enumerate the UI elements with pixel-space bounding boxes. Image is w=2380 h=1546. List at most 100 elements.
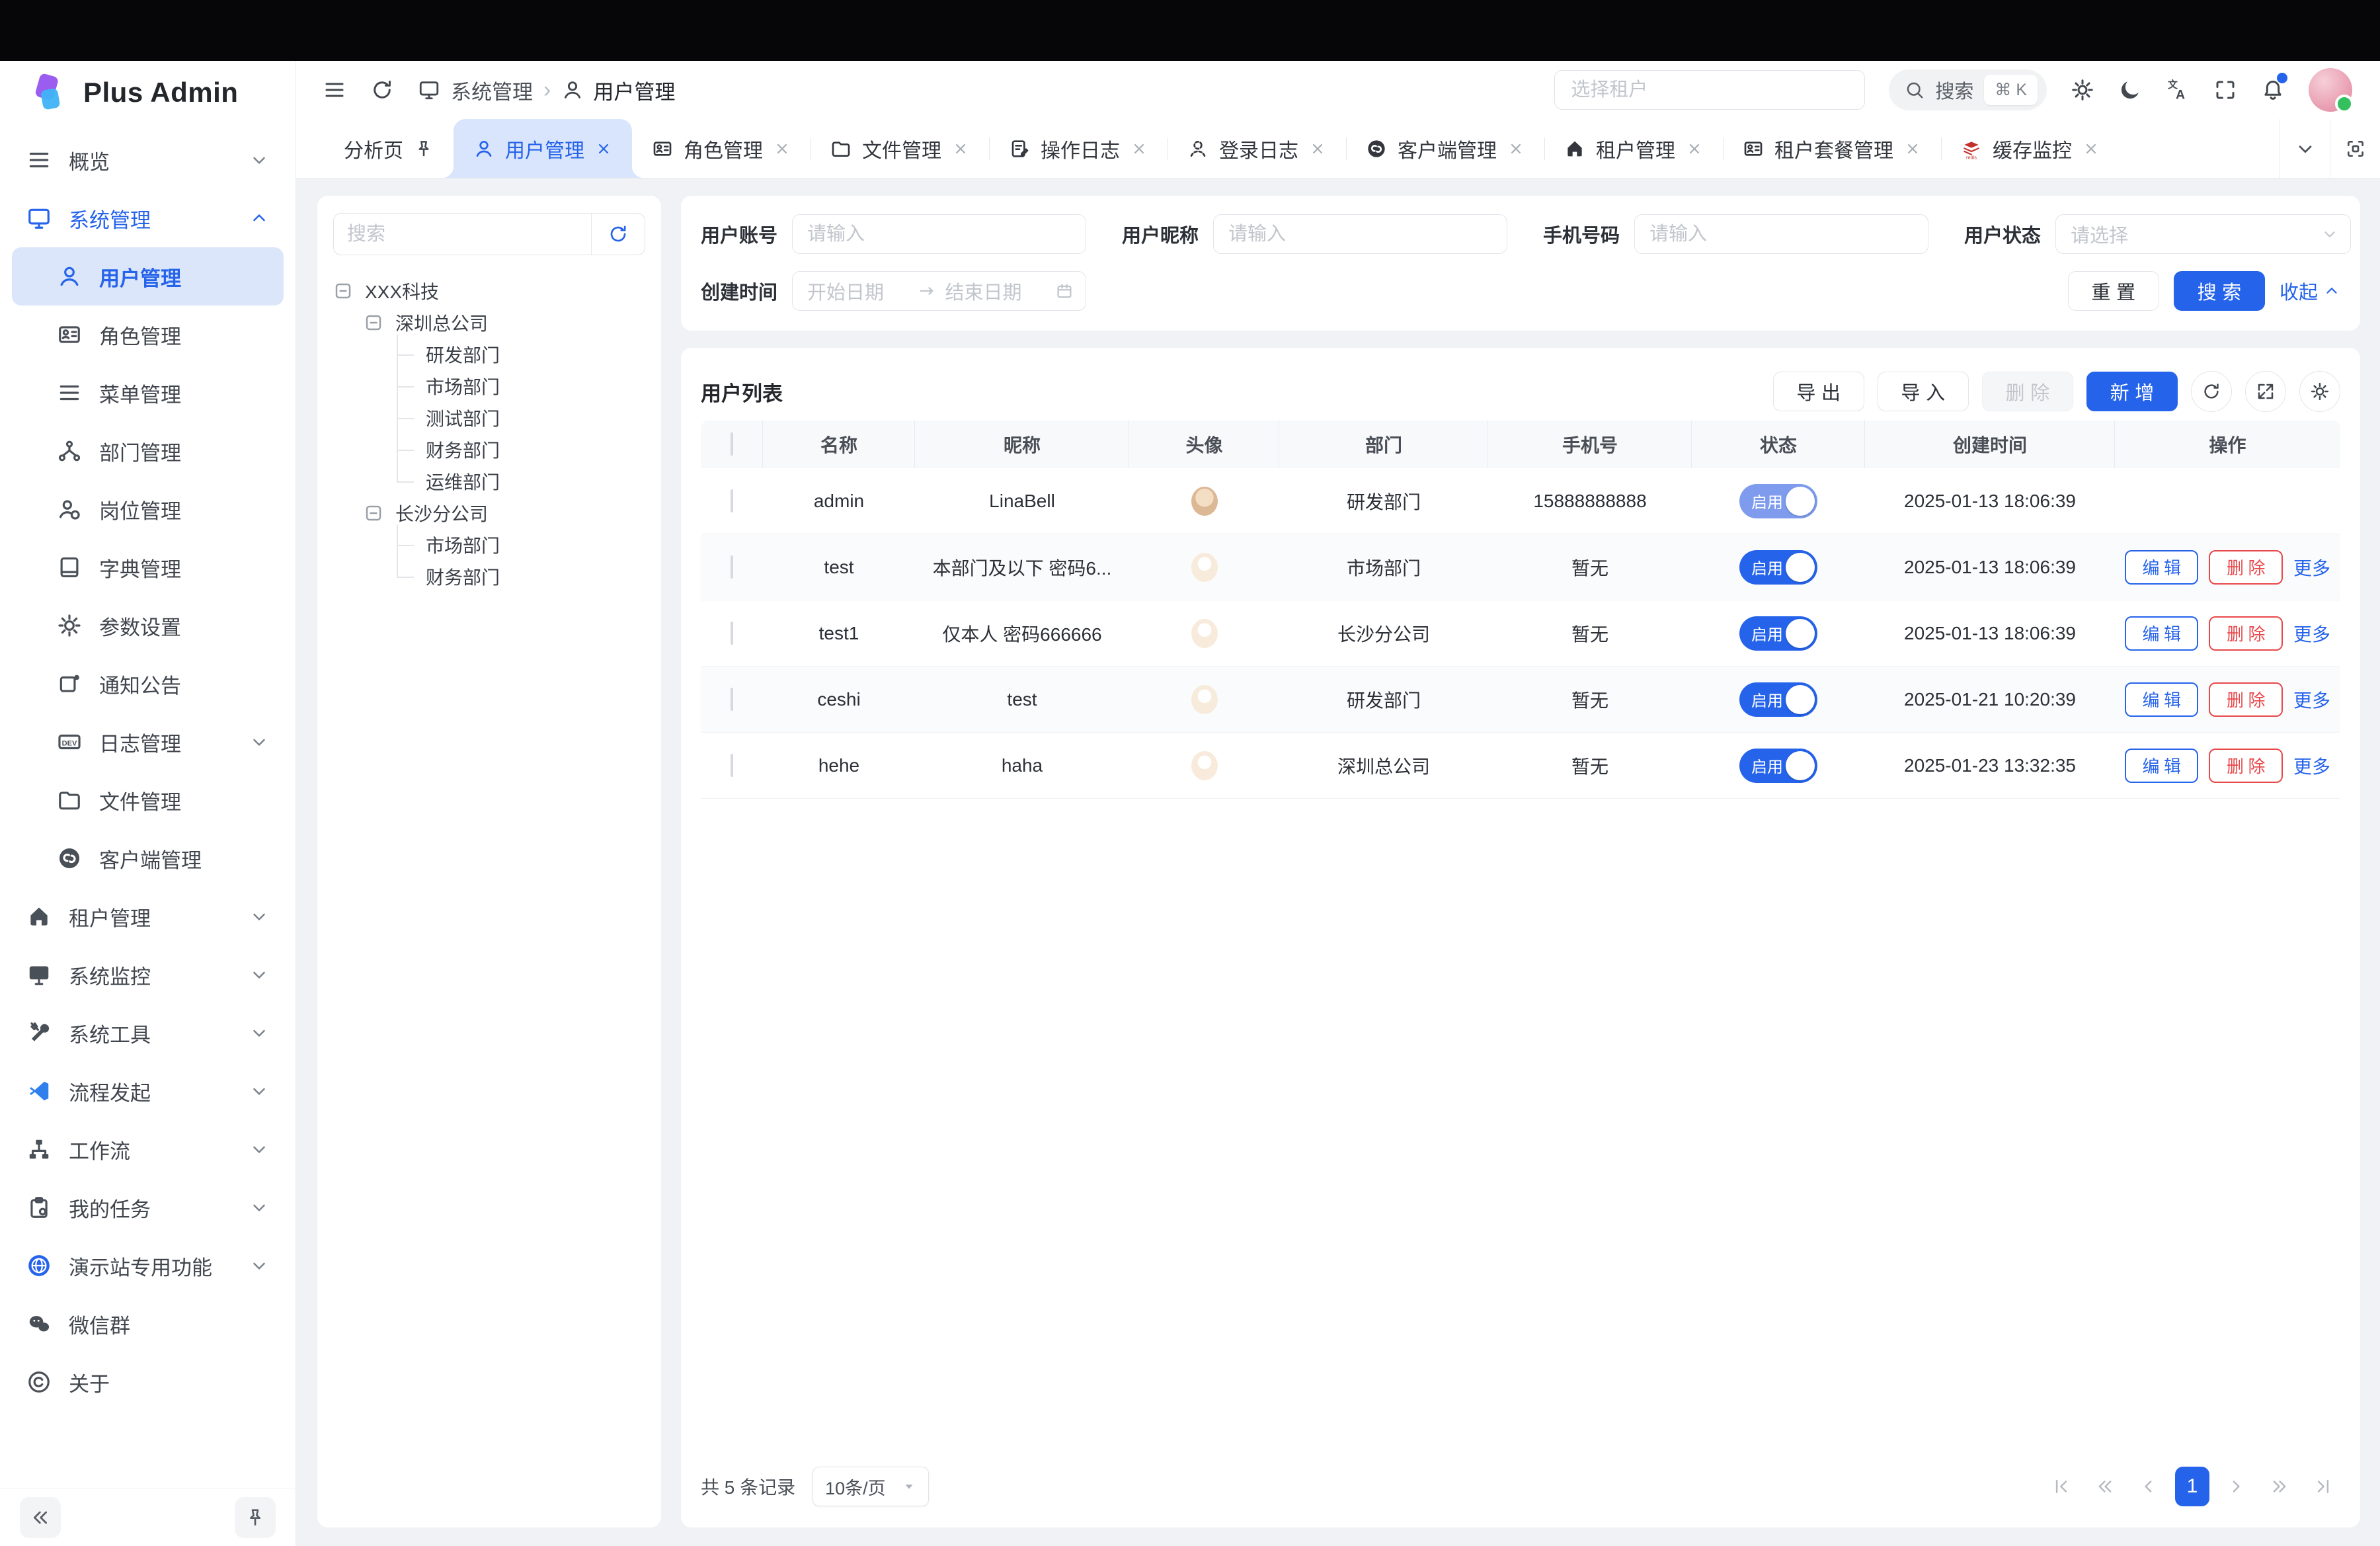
next-page-button[interactable]	[2219, 1467, 2253, 1506]
tab-tenant-mgmt[interactable]: 租户管理	[1544, 119, 1723, 178]
prev-5-pages-button[interactable]	[2088, 1467, 2122, 1506]
sidebar-item-dict-mgmt[interactable]: 字典管理	[12, 538, 284, 596]
search-button[interactable]: 搜索	[2174, 271, 2265, 311]
sidebar-item-system-tools[interactable]: 系统工具	[12, 1004, 284, 1062]
tree-node-test-dept[interactable]: 测试部门	[426, 402, 645, 434]
tab-user-mgmt[interactable]: 用户管理	[454, 119, 632, 178]
row-checkbox[interactable]	[731, 555, 733, 579]
tab-tenant-package-mgmt[interactable]: 租户套餐管理	[1723, 119, 1941, 178]
sidebar-item-tenant-mgmt[interactable]: 租户管理	[12, 887, 284, 946]
hamburger-icon[interactable]	[323, 78, 346, 102]
sidebar-item-my-tasks[interactable]: 我的任务	[12, 1178, 284, 1237]
sidebar-item-client-mgmt[interactable]: 客户端管理	[12, 829, 284, 887]
sidebar-item-about[interactable]: 关于	[12, 1353, 284, 1411]
sidebar-item-param-settings[interactable]: 参数设置	[12, 596, 284, 655]
translate-icon[interactable]	[2166, 78, 2190, 102]
more-button[interactable]: 更多	[2293, 554, 2330, 581]
sidebar-item-user-mgmt[interactable]: 用户管理	[12, 247, 284, 305]
tree-node-rd-dept[interactable]: 研发部门	[426, 339, 645, 370]
add-button[interactable]: 新增	[2086, 372, 2178, 411]
import-button[interactable]: 导入	[1878, 372, 1969, 411]
more-button[interactable]: 更多	[2293, 686, 2330, 713]
tab-analysis[interactable]: 分析页	[324, 119, 454, 178]
tree-node-root[interactable]: XXX科技	[333, 275, 645, 307]
sidebar-item-log-mgmt[interactable]: 日志管理	[12, 713, 284, 771]
reset-button[interactable]: 重置	[2068, 271, 2159, 311]
page-size-select[interactable]: 10条/页	[813, 1467, 929, 1506]
sidebar-item-dept-mgmt[interactable]: 部门管理	[12, 422, 284, 480]
last-page-button[interactable]	[2306, 1467, 2340, 1506]
pin-icon[interactable]	[414, 139, 434, 159]
close-icon[interactable]	[1507, 140, 1525, 157]
sidebar-pin-button[interactable]	[235, 1497, 276, 1538]
close-icon[interactable]	[1686, 140, 1703, 157]
sidebar-item-menu-mgmt[interactable]: 菜单管理	[12, 364, 284, 422]
close-icon[interactable]	[2082, 140, 2100, 157]
sidebar-item-system-monitor[interactable]: 系统监控	[12, 946, 284, 1004]
status-toggle[interactable]: 启用	[1739, 682, 1817, 717]
tab-operation-log[interactable]: 操作日志	[989, 119, 1168, 178]
close-icon[interactable]	[774, 140, 791, 157]
sidebar-item-file-mgmt[interactable]: 文件管理	[12, 771, 284, 829]
delete-row-button[interactable]: 删除	[2209, 550, 2283, 585]
select-all-checkbox[interactable]	[731, 432, 733, 456]
tree-search-input[interactable]	[334, 224, 591, 245]
user-state-select[interactable]: 请选择	[2055, 214, 2351, 254]
close-icon[interactable]	[1130, 140, 1148, 157]
content-fullscreen-button[interactable]	[2330, 119, 2380, 178]
prev-page-button[interactable]	[2131, 1467, 2166, 1506]
delete-button[interactable]: 删除	[1982, 372, 2073, 411]
settings-gear-icon[interactable]	[2071, 78, 2094, 102]
user-avatar[interactable]	[2309, 68, 2352, 112]
status-toggle[interactable]: 启用	[1739, 749, 1817, 783]
tab-login-log[interactable]: 登录日志	[1168, 119, 1346, 178]
row-checkbox[interactable]	[731, 489, 733, 512]
more-button[interactable]: 更多	[2293, 620, 2330, 647]
sidebar-item-notice[interactable]: 通知公告	[12, 655, 284, 713]
close-icon[interactable]	[595, 140, 612, 157]
sidebar-item-wechat-group[interactable]: 微信群	[12, 1295, 284, 1353]
tree-node-market-dept[interactable]: 市场部门	[426, 370, 645, 402]
tenant-select-input[interactable]	[1554, 70, 1865, 110]
collapse-minus-icon[interactable]	[364, 503, 383, 523]
app-logo[interactable]: Plus Admin	[0, 61, 296, 124]
refresh-icon[interactable]	[370, 78, 394, 102]
next-5-pages-button[interactable]	[2262, 1467, 2297, 1506]
collapse-filters-link[interactable]: 收起	[2280, 277, 2340, 305]
current-page[interactable]: 1	[2175, 1467, 2209, 1506]
sidebar-item-process-start[interactable]: 流程发起	[12, 1062, 284, 1120]
tree-node-cs-finance-dept[interactable]: 财务部门	[426, 561, 645, 592]
table-refresh-button[interactable]	[2191, 371, 2232, 412]
notifications-button[interactable]	[2261, 77, 2285, 104]
tab-role-mgmt[interactable]: 角色管理	[632, 119, 811, 178]
status-toggle[interactable]: 启用	[1739, 616, 1817, 651]
edit-button[interactable]: 编辑	[2125, 550, 2199, 585]
delete-row-button[interactable]: 删除	[2209, 682, 2283, 717]
collapse-minus-icon[interactable]	[333, 281, 353, 301]
close-icon[interactable]	[952, 140, 969, 157]
sidebar-item-system-mgmt[interactable]: 系统管理	[12, 189, 284, 247]
tab-cache-monitor[interactable]: 缓存监控	[1941, 119, 2120, 178]
table-fullscreen-button[interactable]	[2245, 371, 2286, 412]
sidebar-item-overview[interactable]: 概览	[12, 131, 284, 189]
phone-input[interactable]	[1634, 214, 1928, 254]
tree-node-changsha[interactable]: 长沙分公司	[364, 497, 645, 529]
row-checkbox[interactable]	[731, 622, 733, 645]
nickname-input[interactable]	[1213, 214, 1507, 254]
collapse-minus-icon[interactable]	[364, 313, 383, 333]
sidebar-item-workflow[interactable]: 工作流	[12, 1120, 284, 1178]
close-icon[interactable]	[1309, 140, 1326, 157]
date-range-picker[interactable]: 开始日期 结束日期	[792, 271, 1086, 311]
dark-mode-moon-icon[interactable]	[2118, 78, 2142, 102]
status-toggle[interactable]: 启用	[1739, 484, 1817, 518]
edit-button[interactable]: 编辑	[2125, 616, 2199, 651]
export-button[interactable]: 导出	[1773, 372, 1864, 411]
edit-button[interactable]: 编辑	[2125, 682, 2199, 717]
tree-node-ops-dept[interactable]: 运维部门	[426, 466, 645, 497]
tree-node-finance-dept[interactable]: 财务部门	[426, 434, 645, 466]
tree-node-cs-market-dept[interactable]: 市场部门	[426, 529, 645, 561]
delete-row-button[interactable]: 删除	[2209, 749, 2283, 783]
fullscreen-icon[interactable]	[2213, 78, 2237, 102]
tab-client-mgmt[interactable]: 客户端管理	[1346, 119, 1544, 178]
more-button[interactable]: 更多	[2293, 753, 2330, 779]
